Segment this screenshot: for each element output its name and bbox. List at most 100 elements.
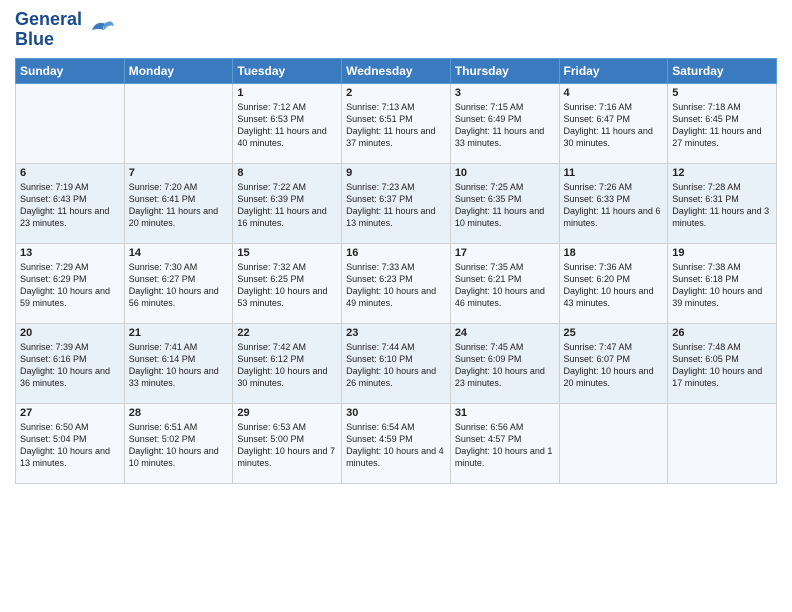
day-info: Sunrise: 7:36 AM Sunset: 6:20 PM Dayligh…	[564, 261, 664, 310]
calendar-cell: 5 Sunrise: 7:18 AM Sunset: 6:45 PM Daylig…	[668, 83, 777, 163]
day-info: Sunrise: 7:41 AM Sunset: 6:14 PM Dayligh…	[129, 341, 229, 390]
calendar-cell	[16, 83, 125, 163]
day-info: Sunrise: 7:16 AM Sunset: 6:47 PM Dayligh…	[564, 101, 664, 150]
calendar-cell: 4 Sunrise: 7:16 AM Sunset: 6:47 PM Daylig…	[559, 83, 668, 163]
day-info: Sunrise: 7:12 AM Sunset: 6:53 PM Dayligh…	[237, 101, 337, 150]
day-number: 29	[237, 407, 337, 419]
weekday-header-sunday: Sunday	[16, 58, 125, 83]
day-info: Sunrise: 7:13 AM Sunset: 6:51 PM Dayligh…	[346, 101, 446, 150]
calendar-cell: 13 Sunrise: 7:29 AM Sunset: 6:29 PM Dayli…	[16, 243, 125, 323]
calendar-cell: 9 Sunrise: 7:23 AM Sunset: 6:37 PM Daylig…	[342, 163, 451, 243]
day-info: Sunrise: 7:22 AM Sunset: 6:39 PM Dayligh…	[237, 181, 337, 230]
calendar-cell: 7 Sunrise: 7:20 AM Sunset: 6:41 PM Daylig…	[124, 163, 233, 243]
day-number: 30	[346, 407, 446, 419]
calendar-cell: 30 Sunrise: 6:54 AM Sunset: 4:59 PM Dayli…	[342, 403, 451, 483]
day-number: 11	[564, 167, 664, 179]
day-info: Sunrise: 6:54 AM Sunset: 4:59 PM Dayligh…	[346, 421, 446, 470]
day-number: 31	[455, 407, 555, 419]
day-number: 5	[672, 87, 772, 99]
calendar-cell: 8 Sunrise: 7:22 AM Sunset: 6:39 PM Daylig…	[233, 163, 342, 243]
calendar-cell: 1 Sunrise: 7:12 AM Sunset: 6:53 PM Daylig…	[233, 83, 342, 163]
logo-bird-icon	[84, 16, 114, 44]
main-container: General Blue SundayMondayTuesdayWednesda…	[0, 0, 792, 499]
calendar-cell: 21 Sunrise: 7:41 AM Sunset: 6:14 PM Dayli…	[124, 323, 233, 403]
weekday-header-row: SundayMondayTuesdayWednesdayThursdayFrid…	[16, 58, 777, 83]
calendar-cell: 2 Sunrise: 7:13 AM Sunset: 6:51 PM Daylig…	[342, 83, 451, 163]
calendar-cell: 29 Sunrise: 6:53 AM Sunset: 5:00 PM Dayli…	[233, 403, 342, 483]
day-number: 10	[455, 167, 555, 179]
day-number: 1	[237, 87, 337, 99]
calendar-cell: 18 Sunrise: 7:36 AM Sunset: 6:20 PM Dayli…	[559, 243, 668, 323]
calendar-table: SundayMondayTuesdayWednesdayThursdayFrid…	[15, 58, 777, 484]
calendar-cell: 6 Sunrise: 7:19 AM Sunset: 6:43 PM Daylig…	[16, 163, 125, 243]
day-info: Sunrise: 7:28 AM Sunset: 6:31 PM Dayligh…	[672, 181, 772, 230]
day-info: Sunrise: 7:45 AM Sunset: 6:09 PM Dayligh…	[455, 341, 555, 390]
day-number: 21	[129, 327, 229, 339]
calendar-week-row: 20 Sunrise: 7:39 AM Sunset: 6:16 PM Dayli…	[16, 323, 777, 403]
day-info: Sunrise: 6:56 AM Sunset: 4:57 PM Dayligh…	[455, 421, 555, 470]
day-number: 15	[237, 247, 337, 259]
calendar-cell	[124, 83, 233, 163]
weekday-header-tuesday: Tuesday	[233, 58, 342, 83]
day-number: 6	[20, 167, 120, 179]
day-info: Sunrise: 6:51 AM Sunset: 5:02 PM Dayligh…	[129, 421, 229, 470]
day-number: 22	[237, 327, 337, 339]
calendar-cell: 26Sunrise: 7:48 AM Sunset: 6:05 PM Dayli…	[668, 323, 777, 403]
calendar-week-row: 6 Sunrise: 7:19 AM Sunset: 6:43 PM Daylig…	[16, 163, 777, 243]
calendar-cell: 19 Sunrise: 7:38 AM Sunset: 6:18 PM Dayli…	[668, 243, 777, 323]
day-info: Sunrise: 7:42 AM Sunset: 6:12 PM Dayligh…	[237, 341, 337, 390]
calendar-cell: 3 Sunrise: 7:15 AM Sunset: 6:49 PM Daylig…	[450, 83, 559, 163]
calendar-week-row: 1 Sunrise: 7:12 AM Sunset: 6:53 PM Daylig…	[16, 83, 777, 163]
day-info: Sunrise: 7:29 AM Sunset: 6:29 PM Dayligh…	[20, 261, 120, 310]
day-info: Sunrise: 7:18 AM Sunset: 6:45 PM Dayligh…	[672, 101, 772, 150]
day-number: 25	[564, 327, 664, 339]
calendar-cell: 20 Sunrise: 7:39 AM Sunset: 6:16 PM Dayli…	[16, 323, 125, 403]
day-number: 2	[346, 87, 446, 99]
day-info: Sunrise: 7:39 AM Sunset: 6:16 PM Dayligh…	[20, 341, 120, 390]
day-number: 17	[455, 247, 555, 259]
weekday-header-wednesday: Wednesday	[342, 58, 451, 83]
day-info: Sunrise: 7:35 AM Sunset: 6:21 PM Dayligh…	[455, 261, 555, 310]
day-number: 9	[346, 167, 446, 179]
calendar-cell: 27Sunrise: 6:50 AM Sunset: 5:04 PM Dayli…	[16, 403, 125, 483]
calendar-cell: 22 Sunrise: 7:42 AM Sunset: 6:12 PM Dayli…	[233, 323, 342, 403]
calendar-cell: 16Sunrise: 7:33 AM Sunset: 6:23 PM Dayli…	[342, 243, 451, 323]
header: General Blue	[15, 10, 777, 50]
calendar-cell: 12 Sunrise: 7:28 AM Sunset: 6:31 PM Dayli…	[668, 163, 777, 243]
calendar-cell: 11 Sunrise: 7:26 AM Sunset: 6:33 PM Dayli…	[559, 163, 668, 243]
day-number: 7	[129, 167, 229, 179]
day-info: Sunrise: 7:23 AM Sunset: 6:37 PM Dayligh…	[346, 181, 446, 230]
calendar-cell: 10 Sunrise: 7:25 AM Sunset: 6:35 PM Dayli…	[450, 163, 559, 243]
day-number: 20	[20, 327, 120, 339]
calendar-cell: 31 Sunrise: 6:56 AM Sunset: 4:57 PM Dayli…	[450, 403, 559, 483]
day-info: Sunrise: 7:47 AM Sunset: 6:07 PM Dayligh…	[564, 341, 664, 390]
day-info: Sunrise: 7:20 AM Sunset: 6:41 PM Dayligh…	[129, 181, 229, 230]
calendar-cell: 28Sunrise: 6:51 AM Sunset: 5:02 PM Dayli…	[124, 403, 233, 483]
day-number: 18	[564, 247, 664, 259]
day-info: Sunrise: 7:32 AM Sunset: 6:25 PM Dayligh…	[237, 261, 337, 310]
day-number: 16	[346, 247, 446, 259]
day-number: 4	[564, 87, 664, 99]
day-number: 14	[129, 247, 229, 259]
day-info: Sunrise: 7:44 AM Sunset: 6:10 PM Dayligh…	[346, 341, 446, 390]
day-number: 3	[455, 87, 555, 99]
day-info: Sunrise: 7:19 AM Sunset: 6:43 PM Dayligh…	[20, 181, 120, 230]
day-number: 19	[672, 247, 772, 259]
day-info: Sunrise: 7:15 AM Sunset: 6:49 PM Dayligh…	[455, 101, 555, 150]
day-number: 12	[672, 167, 772, 179]
day-info: Sunrise: 6:50 AM Sunset: 5:04 PM Dayligh…	[20, 421, 120, 470]
day-info: Sunrise: 7:26 AM Sunset: 6:33 PM Dayligh…	[564, 181, 664, 230]
logo-text: General Blue	[15, 10, 82, 50]
weekday-header-monday: Monday	[124, 58, 233, 83]
day-number: 13	[20, 247, 120, 259]
day-info: Sunrise: 7:25 AM Sunset: 6:35 PM Dayligh…	[455, 181, 555, 230]
calendar-week-row: 13 Sunrise: 7:29 AM Sunset: 6:29 PM Dayli…	[16, 243, 777, 323]
calendar-cell: 23Sunrise: 7:44 AM Sunset: 6:10 PM Dayli…	[342, 323, 451, 403]
calendar-cell: 17 Sunrise: 7:35 AM Sunset: 6:21 PM Dayli…	[450, 243, 559, 323]
day-number: 8	[237, 167, 337, 179]
day-info: Sunrise: 7:38 AM Sunset: 6:18 PM Dayligh…	[672, 261, 772, 310]
calendar-cell	[559, 403, 668, 483]
day-info: Sunrise: 6:53 AM Sunset: 5:00 PM Dayligh…	[237, 421, 337, 470]
calendar-week-row: 27Sunrise: 6:50 AM Sunset: 5:04 PM Dayli…	[16, 403, 777, 483]
day-number: 26	[672, 327, 772, 339]
